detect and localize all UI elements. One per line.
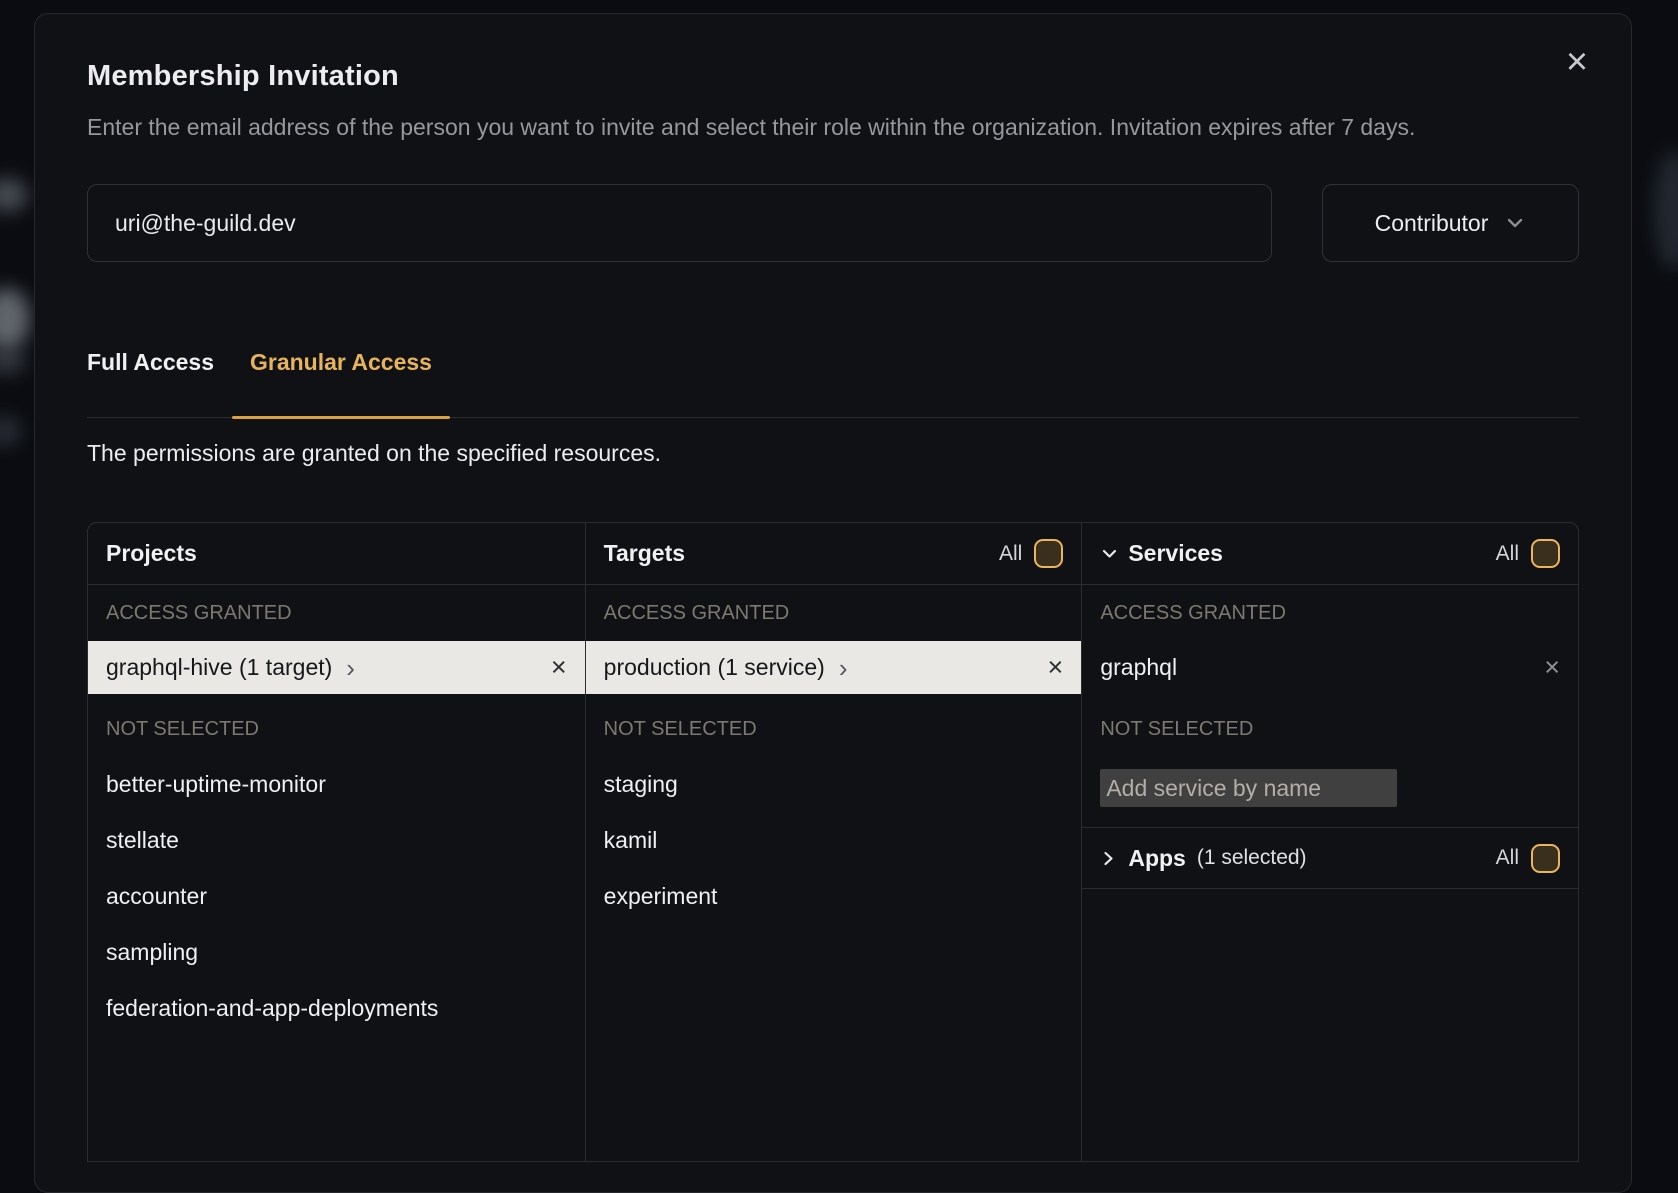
access-granted-label: ACCESS GRANTED — [1082, 585, 1578, 641]
target-item[interactable]: kamil — [586, 812, 1082, 868]
granted-project-row[interactable]: graphql-hive (1 target) › × — [88, 641, 585, 694]
chevron-right-icon: › — [346, 655, 355, 681]
target-item[interactable]: experiment — [586, 868, 1082, 924]
not-selected-label: NOT SELECTED — [586, 694, 1082, 756]
services-header[interactable]: Services All — [1082, 523, 1578, 585]
projects-column: Projects ACCESS GRANTED graphql-hive (1 … — [88, 523, 585, 1161]
background-blur-blob — [0, 178, 28, 212]
targets-column-title: Targets — [604, 540, 685, 567]
background-blur-blob — [1654, 150, 1678, 270]
target-item[interactable]: staging — [586, 756, 1082, 812]
permissions-note: The permissions are granted on the speci… — [87, 426, 1579, 467]
projects-column-title: Projects — [106, 540, 197, 567]
project-item[interactable]: sampling — [88, 924, 585, 980]
background-blur-blob — [0, 288, 30, 350]
all-label: All — [999, 542, 1022, 566]
all-label: All — [1496, 846, 1519, 870]
role-select[interactable]: Contributor — [1322, 184, 1579, 262]
close-icon[interactable]: × — [1557, 42, 1597, 82]
email-input[interactable] — [87, 184, 1272, 262]
chevron-right-icon — [1100, 849, 1117, 868]
not-selected-label: NOT SELECTED — [88, 694, 585, 756]
project-item[interactable]: federation-and-app-deployments — [88, 980, 585, 1036]
role-select-value: Contributor — [1375, 210, 1489, 237]
services-all-checkbox[interactable] — [1531, 539, 1560, 568]
targets-column: Targets All ACCESS GRANTED production (1… — [585, 523, 1082, 1161]
remove-icon[interactable]: × — [551, 654, 567, 681]
chevron-down-icon — [1504, 212, 1526, 234]
access-granted-label: ACCESS GRANTED — [586, 585, 1082, 641]
apps-all-checkbox[interactable] — [1531, 844, 1560, 873]
apps-all-toggle[interactable]: All — [1496, 844, 1560, 873]
granted-target-row[interactable]: production (1 service) › × — [586, 641, 1082, 694]
services-column: Services All ACCESS GRANTED graphql × NO… — [1081, 523, 1578, 1161]
project-item[interactable]: better-uptime-monitor — [88, 756, 585, 812]
background-blur-blob — [0, 416, 22, 446]
project-item[interactable]: accounter — [88, 868, 585, 924]
modal-title: Membership Invitation — [87, 59, 1579, 93]
targets-header: Targets All — [586, 523, 1082, 585]
add-service-input[interactable] — [1100, 769, 1397, 807]
apps-selected-count: (1 selected) — [1197, 846, 1307, 870]
chevron-right-icon: › — [839, 655, 848, 681]
granted-service-row[interactable]: graphql × — [1082, 641, 1578, 694]
membership-invitation-modal: × Membership Invitation Enter the email … — [34, 13, 1632, 1193]
modal-description: Enter the email address of the person yo… — [87, 109, 1507, 146]
tab-granular-access[interactable]: Granular Access — [232, 349, 450, 417]
granted-target-name: production (1 service) — [604, 654, 825, 681]
remove-icon[interactable]: × — [1048, 654, 1064, 681]
access-granted-label: ACCESS GRANTED — [88, 585, 585, 641]
resources-grid: Projects ACCESS GRANTED graphql-hive (1 … — [87, 522, 1579, 1162]
targets-all-checkbox[interactable] — [1034, 539, 1063, 568]
services-column-title: Services — [1128, 540, 1223, 567]
services-all-toggle[interactable]: All — [1496, 539, 1560, 568]
apps-section-row[interactable]: Apps (1 selected) All — [1082, 827, 1578, 889]
projects-header: Projects — [88, 523, 585, 585]
granted-project-name: graphql-hive (1 target) — [106, 654, 332, 681]
apps-title: Apps — [1128, 845, 1186, 872]
chevron-down-icon — [1100, 544, 1119, 563]
targets-all-toggle[interactable]: All — [999, 539, 1063, 568]
invite-row: Contributor — [87, 184, 1579, 262]
background-blur-blob — [0, 348, 26, 374]
access-tabs: Full Access Granular Access — [87, 349, 1579, 418]
remove-icon[interactable]: × — [1544, 654, 1560, 681]
project-item[interactable]: stellate — [88, 812, 585, 868]
not-selected-label: NOT SELECTED — [1082, 694, 1578, 756]
all-label: All — [1496, 542, 1519, 566]
tab-full-access[interactable]: Full Access — [87, 349, 232, 417]
granted-service-name: graphql — [1100, 654, 1177, 681]
